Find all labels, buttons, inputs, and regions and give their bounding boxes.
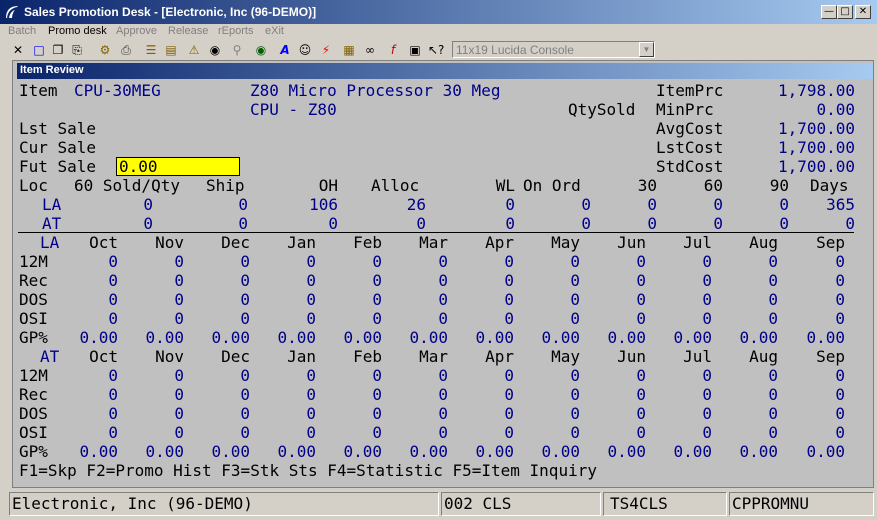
link-icon[interactable]: ∞ <box>362 42 378 58</box>
user-icon[interactable]: ☺ <box>297 42 313 58</box>
menu-approve[interactable]: Approve <box>116 25 157 37</box>
menu-promo-desk[interactable]: Promo desk <box>48 25 107 37</box>
window-title: Sales Promotion Desk - [Electronic, Inc … <box>24 5 317 19</box>
report-icon[interactable]: ▤ <box>163 42 179 58</box>
font-select[interactable]: 11x19 Lucida Console ▼ <box>452 41 655 58</box>
toolbar: ✕ □ ❐ ⎘ ⚙ ⎙ ☰ ▤ ⚠ ◉ ⚲ ◉ A ☺ ⚡ ▦ ∞ f ▣ ↖? <box>0 40 877 60</box>
help-icon[interactable]: ↖? <box>428 42 444 58</box>
app-icon <box>6 6 18 19</box>
cut-icon[interactable]: ✕ <box>10 42 26 58</box>
menu-reports[interactable]: rEports <box>218 25 253 37</box>
menu-bar: Batch Promo desk Approve Release rEports… <box>0 24 877 40</box>
item-review-titlebar: Item Review <box>17 63 873 79</box>
maximize-button[interactable]: □ <box>837 5 853 19</box>
title-bar: Sales Promotion Desk - [Electronic, Inc … <box>0 0 877 24</box>
search-icon[interactable]: ⚲ <box>229 42 245 58</box>
item-review-title: Item Review <box>20 64 84 76</box>
status-company: Electronic, Inc (96-DEMO) <box>9 492 439 516</box>
status-station: TS4CLS <box>603 492 727 516</box>
calc-icon[interactable]: ▦ <box>341 42 357 58</box>
paste-icon[interactable]: ⎘ <box>69 42 85 58</box>
status-program: CPPROMNU <box>729 492 874 516</box>
menu-exit[interactable]: eXit <box>265 25 284 37</box>
copy-icon[interactable]: ❐ <box>50 42 66 58</box>
function-icon[interactable]: f <box>385 42 401 58</box>
font-icon[interactable]: A <box>277 42 293 58</box>
list-icon[interactable]: ☰ <box>143 42 159 58</box>
select-icon[interactable]: □ <box>31 42 47 58</box>
binoculars-icon[interactable]: ◉ <box>207 42 223 58</box>
globe-icon[interactable]: ◉ <box>253 42 269 58</box>
alert-icon[interactable]: ⚠ <box>186 42 202 58</box>
lightning-icon[interactable]: ⚡ <box>318 42 334 58</box>
item-review-window <box>12 60 874 488</box>
fut-sale-input[interactable]: 0.00 <box>116 157 240 176</box>
status-code: 002 CLS <box>441 492 601 516</box>
close-button[interactable]: ✕ <box>855 5 871 19</box>
minimize-button[interactable]: — <box>821 5 837 19</box>
settings-icon[interactable]: ⚙ <box>97 42 113 58</box>
status-bar: Electronic, Inc (96-DEMO) 002 CLS TS4CLS… <box>0 489 877 520</box>
menu-batch[interactable]: Batch <box>8 25 36 37</box>
print-icon[interactable]: ⎙ <box>118 42 134 58</box>
calendar-icon[interactable]: ▣ <box>407 42 423 58</box>
font-select-value: 11x19 Lucida Console <box>456 43 574 57</box>
chevron-down-icon[interactable]: ▼ <box>639 42 654 57</box>
menu-release[interactable]: Release <box>168 25 208 37</box>
